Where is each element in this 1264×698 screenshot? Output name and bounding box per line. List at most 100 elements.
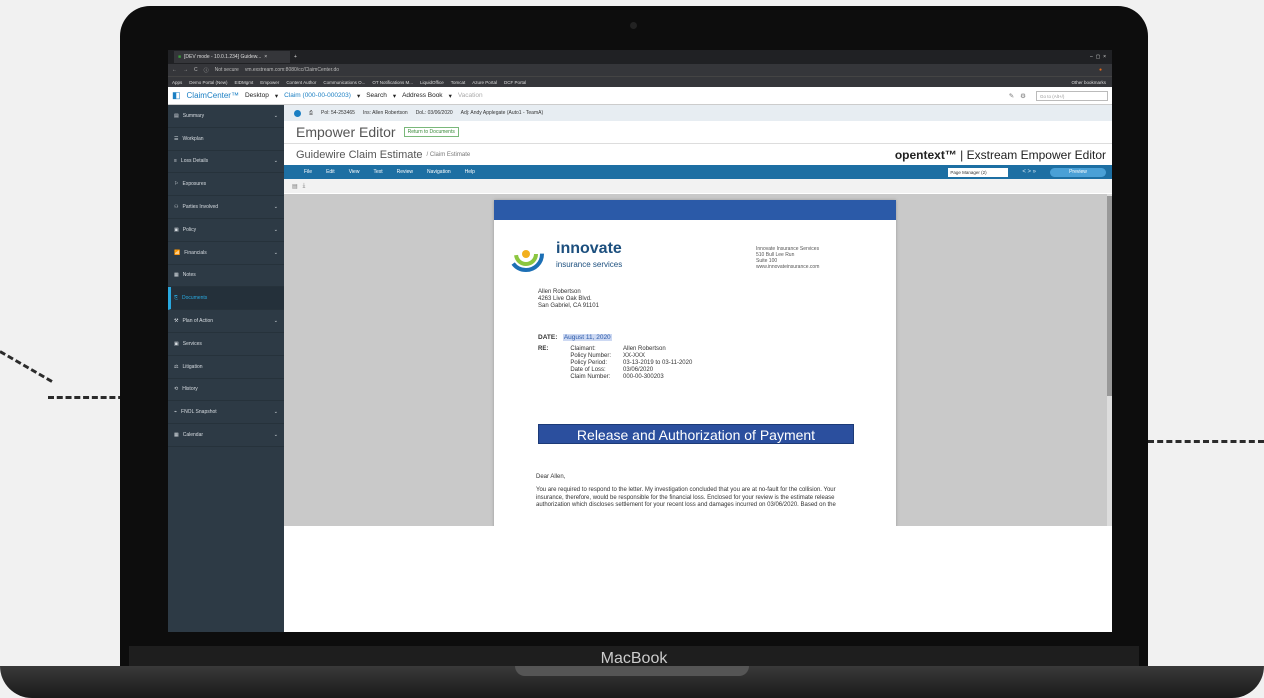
chevron-down-icon[interactable]: ⌄ bbox=[274, 318, 278, 324]
menu-text[interactable]: Text bbox=[373, 169, 382, 175]
page-nav-controls[interactable]: < > » bbox=[1022, 169, 1036, 175]
tab-vacation[interactable]: Vacation bbox=[458, 92, 483, 99]
bookmark-item[interactable]: OT Notifications M... bbox=[372, 80, 413, 85]
chevron-down-icon[interactable]: ⌄ bbox=[274, 113, 278, 119]
app-brand: ClaimCenter™ bbox=[186, 91, 239, 100]
re-keys: Claimant: Policy Number: Policy Period: … bbox=[570, 346, 611, 381]
search-dropdown-icon[interactable]: ▾ bbox=[393, 92, 396, 100]
letter-body[interactable]: Dear Allen, You are required to respond … bbox=[536, 474, 856, 509]
browser-tab[interactable]: ■ [DEV mode - 10.0.1.234] Guidew... × bbox=[174, 51, 290, 63]
sidebar-item-exposures[interactable]: ⚐ Exposures bbox=[168, 173, 284, 197]
reload-icon[interactable]: C bbox=[194, 67, 198, 73]
window-controls[interactable]: – ▢ × bbox=[1090, 54, 1106, 60]
export-icon[interactable]: ⤓ bbox=[303, 183, 306, 190]
bookmark-item[interactable]: Apps bbox=[172, 80, 182, 85]
re-details: Claimant: Policy Number: Policy Period: … bbox=[570, 346, 692, 381]
bookmark-item[interactable]: Azure Portal bbox=[472, 80, 497, 85]
sidebar-item-parties-involved[interactable]: ⚇ Parties Involved ⌄ bbox=[168, 196, 284, 219]
chevron-down-icon[interactable]: ⌄ bbox=[274, 409, 278, 415]
tab-bar: ■ [DEV mode - 10.0.1.234] Guidew... × + … bbox=[168, 50, 1112, 64]
menu-help[interactable]: Help bbox=[465, 169, 475, 175]
bookmark-item[interactable]: Tomcat bbox=[451, 80, 466, 85]
sidebar-item-notes[interactable]: ▦ Notes bbox=[168, 265, 284, 288]
letter-date: DATE: August 11, 2020 bbox=[538, 334, 612, 341]
bookmark-item[interactable]: Empower bbox=[260, 80, 279, 85]
url-field[interactable]: vm.exstream.com:8080/cc/ClaimCenter.do bbox=[245, 67, 339, 73]
re-value: 03-13-2019 to 03-11-2020 bbox=[623, 360, 693, 366]
sidebar-item-policy[interactable]: ▣ Policy ⌄ bbox=[168, 219, 284, 242]
editor-menubar: File Edit View Text Review Navigation He… bbox=[284, 165, 1112, 179]
tab-claim[interactable]: Claim (000-00-000203) bbox=[284, 92, 351, 99]
document-title-row: Guidewire Claim Estimate / Claim Estimat… bbox=[284, 143, 1112, 165]
date-value[interactable]: August 11, 2020 bbox=[562, 334, 612, 341]
laptop-notch bbox=[515, 666, 749, 676]
sidebar-item-calendar[interactable]: ▦ Calendar ⌄ bbox=[168, 424, 284, 447]
info-icon[interactable]: ⓘ bbox=[204, 67, 209, 74]
sidebar-item-litigation[interactable]: ⚖ Litigation bbox=[168, 356, 284, 379]
goto-input[interactable]: Go to (Alt+/) bbox=[1036, 90, 1108, 101]
chevron-down-icon[interactable]: ⌄ bbox=[274, 158, 278, 164]
sidebar-item-financials[interactable]: 📶 Financials ⌄ bbox=[168, 242, 284, 265]
canvas-scrollbar[interactable] bbox=[1107, 194, 1112, 526]
bookmark-item[interactable]: EIDMgmt bbox=[235, 80, 254, 85]
sidebar-item-label: Summary bbox=[182, 112, 205, 119]
bookmark-item[interactable]: Content Author bbox=[286, 80, 316, 85]
desktop-dropdown-icon[interactable]: ▾ bbox=[275, 92, 278, 100]
sidebar-item-workplan[interactable]: ☰ Workplan bbox=[168, 128, 284, 151]
scrollbar-thumb[interactable] bbox=[1107, 196, 1112, 396]
bookmark-item[interactable]: DCF Portal bbox=[504, 80, 526, 85]
tab-search[interactable]: Search bbox=[366, 92, 387, 99]
preview-button[interactable]: Preview bbox=[1050, 167, 1106, 177]
fnol-icon: ⌁ bbox=[174, 409, 178, 416]
back-icon[interactable]: ← bbox=[172, 67, 177, 73]
bookmark-item[interactable]: LiquidOffice bbox=[420, 80, 444, 85]
chevron-down-icon[interactable]: ⌄ bbox=[274, 250, 278, 256]
gear-icon[interactable]: ⚙ bbox=[1020, 92, 1026, 100]
sidebar-item-fnol-snapshot[interactable]: ⌁ FNOL Snapshot ⌄ bbox=[168, 401, 284, 425]
re-label: RE: bbox=[538, 346, 549, 352]
menu-navigation[interactable]: Navigation bbox=[427, 169, 451, 175]
re-key: Claimant: bbox=[570, 346, 596, 352]
chevron-down-icon[interactable]: ⌄ bbox=[274, 432, 278, 438]
re-key: Date of Loss: bbox=[570, 367, 606, 373]
profile-avatar-icon[interactable]: ● bbox=[1099, 67, 1102, 73]
address-book-dropdown-icon[interactable]: ▾ bbox=[449, 92, 452, 100]
menu-edit[interactable]: Edit bbox=[326, 169, 335, 175]
menu-view[interactable]: View bbox=[349, 169, 360, 175]
sidebar-item-services[interactable]: ▣ Services bbox=[168, 333, 284, 356]
bookmark-item[interactable]: Communications O... bbox=[323, 80, 365, 85]
forward-icon[interactable]: → bbox=[183, 67, 188, 73]
bookmark-item[interactable]: Demo Portal (New) bbox=[189, 80, 227, 85]
sidebar-item-label: Financials bbox=[184, 249, 207, 256]
letter-re: RE: Claimant: Policy Number: Policy Peri… bbox=[538, 346, 692, 381]
sidebar-item-label: Plan of Action bbox=[182, 318, 214, 325]
sidebar-item-label: Calendar bbox=[182, 432, 204, 439]
page-manager-select[interactable]: Page Manager (2) bbox=[948, 167, 1009, 177]
return-to-documents-button[interactable]: Return to Documents bbox=[403, 127, 459, 137]
menu-file[interactable]: File bbox=[304, 169, 312, 175]
chevron-down-icon[interactable]: ⌄ bbox=[274, 204, 278, 210]
re-values: Allen Robertson XX-XXX 03-13-2019 to 03-… bbox=[623, 346, 692, 381]
letter-page[interactable]: innovate insurance services Innovate Ins… bbox=[494, 200, 896, 526]
other-bookmarks[interactable]: Other bookmarks bbox=[1071, 80, 1106, 85]
sidebar-item-label: Parties Involved bbox=[182, 204, 219, 211]
tab-desktop[interactable]: Desktop bbox=[245, 92, 269, 99]
sidebar-item-summary[interactable]: ▤ Summary ⌄ bbox=[168, 105, 284, 128]
sidebar-item-plan-of-action[interactable]: ⚒ Plan of Action ⌄ bbox=[168, 310, 284, 333]
menu-review[interactable]: Review bbox=[397, 169, 413, 175]
edit-icon[interactable]: ✎ bbox=[1009, 92, 1014, 100]
new-tab-button[interactable]: + bbox=[294, 54, 297, 60]
sidebar-item-documents[interactable]: ⎘ Documents bbox=[168, 287, 284, 311]
claim-dropdown-icon[interactable]: ▾ bbox=[357, 92, 360, 100]
printer-icon[interactable]: ⎙ bbox=[309, 110, 313, 116]
chevron-down-icon[interactable]: ⌄ bbox=[274, 227, 278, 233]
save-icon[interactable]: ▤ bbox=[292, 183, 298, 190]
insured-name: Ins: Allen Robertson bbox=[362, 110, 408, 116]
sidebar-item-history[interactable]: ⟲ History bbox=[168, 379, 284, 402]
dashed-line-left-diagonal bbox=[0, 350, 53, 383]
tab-close-icon[interactable]: × bbox=[264, 54, 267, 60]
re-key: Policy Number: bbox=[570, 353, 612, 359]
summary-icon: ▤ bbox=[174, 112, 179, 119]
sidebar-item-loss-details[interactable]: ≡ Loss Details ⌄ bbox=[168, 151, 284, 174]
tab-address-book[interactable]: Address Book bbox=[402, 92, 442, 99]
